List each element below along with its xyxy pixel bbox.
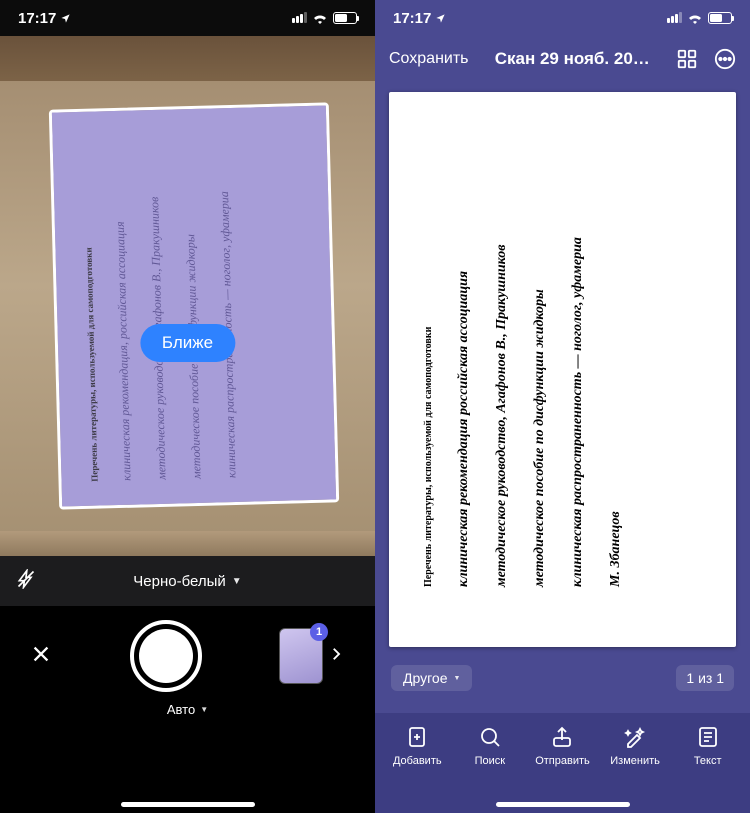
document-title[interactable]: Скан 29 нояб. 20… [485,49,660,69]
status-time: 17:17 [393,10,431,27]
wifi-icon [312,12,328,24]
chevron-right-icon[interactable] [327,645,345,668]
category-selector[interactable]: Другое ▼ [391,665,472,691]
page-indicator: 1 из 1 [676,665,734,691]
document-heading: Перечень литературы, используемой для са… [423,120,434,587]
page-meta-bar: Другое ▼ 1 из 1 [375,660,750,696]
color-filter-label: Черно-белый [133,573,225,590]
status-bar: 17:17 [375,0,750,36]
grid-view-button[interactable] [676,48,698,70]
scanned-page[interactable]: Перечень литературы, используемой для са… [389,92,736,647]
status-bar: 17:17 [0,0,375,36]
tab-label: Отправить [535,755,590,767]
magic-edit-icon [623,725,647,749]
bottom-toolbar: Добавить Поиск Отправить Изменить Текст [375,713,750,813]
tab-label: Добавить [393,755,442,767]
detected-document-frame: Перечень литературы, используемой для са… [49,102,339,509]
document-handwriting: Перечень литературы, используемой для са… [81,136,316,482]
shutter-button[interactable] [130,620,202,692]
scan-result-screen: 17:17 Сохранить Скан 29 нояб. 20… [375,0,750,813]
hw-line: клиническая распространенность — ноголог… [216,138,240,478]
battery-icon [333,12,357,24]
hw-line: методическое пособие по дисфункции жидко… [181,139,205,479]
captured-thumbnail[interactable]: 1 [279,628,323,684]
chevron-down-icon: ▼ [232,576,242,587]
tab-label: Изменить [610,755,660,767]
hw-line: клиническая рекомендация российская ассо… [456,120,472,587]
location-icon [435,13,446,24]
capture-mode-label: Авто [167,702,195,717]
add-page-icon [405,725,429,749]
hw-line: М. Збанецов [608,120,624,587]
hint-move-closer: Ближе [140,324,235,362]
hw-line: клиническая рекомендация, российская асс… [111,141,135,481]
battery-icon [708,12,732,24]
location-icon [60,13,71,24]
home-indicator[interactable] [121,802,255,807]
tab-label: Текст [694,755,722,767]
capture-controls: 1 Авто ▼ [0,606,375,813]
signal-icon [291,10,307,27]
search-icon [478,725,502,749]
scanned-handwriting: Перечень литературы, используемой для са… [423,120,706,587]
wifi-icon [687,12,703,24]
app-header: Сохранить Скан 29 нояб. 20… [375,36,750,82]
tab-add[interactable]: Добавить [382,725,452,813]
chevron-down-icon: ▼ [200,705,208,714]
tab-send[interactable]: Отправить [527,725,597,813]
tab-edit[interactable]: Изменить [600,725,670,813]
document-heading: Перечень литературы, используемой для са… [81,142,100,482]
chevron-down-icon: ▼ [453,675,460,682]
save-button[interactable]: Сохранить [389,50,469,68]
filter-bar: Черно-белый ▼ [0,556,375,606]
category-label: Другое [403,670,447,686]
close-button[interactable] [30,643,52,670]
camera-viewfinder[interactable]: Перечень литературы, используемой для са… [0,36,375,556]
home-indicator[interactable] [496,802,630,807]
color-filter-selector[interactable]: Черно-белый ▼ [133,573,241,590]
hw-line: клиническая распространенность — ноголог… [570,120,586,587]
hw-line: методическое руководство, Агафонов В., П… [494,120,510,587]
tab-text[interactable]: Текст [673,725,743,813]
share-icon [550,725,574,749]
tab-search[interactable]: Поиск [455,725,525,813]
document-surface: Перечень литературы, используемой для са… [52,105,336,506]
capture-mode-selector[interactable]: Авто ▼ [167,702,208,717]
hw-line: методическое пособие по дисфункции жидко… [532,120,548,587]
capture-count-badge: 1 [310,623,328,641]
more-menu-button[interactable] [714,48,736,70]
capture-screen: 17:17 Перечень литературы, используемой … [0,0,375,813]
status-time: 17:17 [18,10,56,27]
hw-line: методическое руководство, Агафонов В., П… [146,140,170,480]
tab-label: Поиск [475,755,505,767]
text-icon [696,725,720,749]
flash-toggle[interactable] [16,569,36,593]
signal-icon [666,10,682,27]
